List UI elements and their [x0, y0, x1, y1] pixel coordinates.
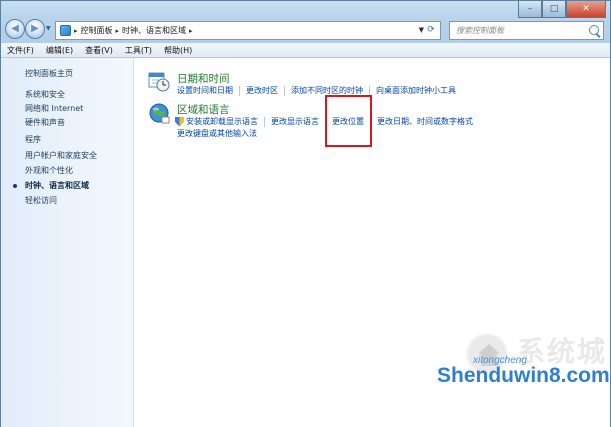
- divider: [284, 85, 285, 96]
- minimize-button[interactable]: –: [518, 1, 542, 18]
- sidebar-item-appearance[interactable]: 外观和个性化: [25, 165, 73, 176]
- forward-button[interactable]: ▶: [25, 19, 45, 39]
- link-change-timezone[interactable]: 更改时区: [246, 85, 278, 96]
- maximize-button[interactable]: □: [542, 1, 566, 18]
- datetime-links: 设置时间和日期 更改时区 添加不同时区的时钟 向桌面添加时钟小工具: [177, 85, 456, 96]
- link-install-display-language[interactable]: 安装或卸载显示语言: [186, 116, 258, 127]
- control-panel-icon: [60, 25, 71, 36]
- highlight-box: [325, 95, 372, 147]
- region-links-row2: 更改键盘或其他输入法: [177, 128, 257, 139]
- link-change-date-time-number-format[interactable]: 更改日期、时间或数字格式: [377, 116, 473, 127]
- menu-bar: 文件(F) 编辑(E) 查看(V) 工具(T) 帮助(H): [1, 43, 610, 58]
- link-change-display-language[interactable]: 更改显示语言: [271, 116, 319, 127]
- sidebar-item-system-security[interactable]: 系统和安全: [25, 89, 65, 100]
- address-dropdown-icon[interactable]: ▼: [419, 26, 424, 34]
- current-page-bullet: [13, 184, 17, 188]
- category-title-region-language[interactable]: 区域和语言: [177, 102, 230, 117]
- calendar-clock-icon[interactable]: [148, 70, 170, 92]
- refresh-icon[interactable]: ⟳: [425, 24, 437, 36]
- divider: [239, 85, 240, 96]
- chevron-right-icon[interactable]: ▸: [189, 27, 193, 35]
- breadcrumb-control-panel[interactable]: 控制面板: [81, 25, 113, 36]
- back-arrow-icon: ◀: [11, 23, 19, 34]
- navigation-bar: ◀ ▶ ▼ ▸ 控制面板 ▸ 时钟、语言和区域 ▸ ▼ ⟳ 搜索控制面板 – □…: [1, 1, 610, 43]
- link-change-keyboard-input[interactable]: 更改键盘或其他输入法: [177, 128, 257, 139]
- link-add-clock-gadget[interactable]: 向桌面添加时钟小工具: [376, 85, 456, 96]
- breadcrumb-clock-language-region[interactable]: 时钟、语言和区域: [122, 25, 186, 36]
- sidebar-item-network[interactable]: 网络和 Internet: [25, 103, 83, 114]
- sidebar-item-programs[interactable]: 程序: [25, 134, 41, 145]
- uac-shield-icon: [175, 116, 184, 127]
- menu-view[interactable]: 查看(V): [85, 45, 113, 56]
- sidebar-item-home[interactable]: 控制面板主页: [25, 68, 73, 79]
- region-links-row1: 安装或卸载显示语言 更改显示语言 更改位置 更改日期、时间或数字格式: [175, 116, 473, 127]
- menu-help[interactable]: 帮助(H): [164, 45, 192, 56]
- search-placeholder: 搜索控制面板: [456, 26, 504, 35]
- control-panel-window: ◀ ▶ ▼ ▸ 控制面板 ▸ 时钟、语言和区域 ▸ ▼ ⟳ 搜索控制面板 – □…: [0, 0, 611, 427]
- menu-tools[interactable]: 工具(T): [125, 45, 152, 56]
- sidebar: 控制面板主页 系统和安全 网络和 Internet 硬件和声音 程序 用户帐户和…: [1, 58, 134, 427]
- menu-file[interactable]: 文件(F): [7, 45, 34, 56]
- address-bar[interactable]: ▸ 控制面板 ▸ 时钟、语言和区域 ▸ ▼ ⟳: [55, 21, 441, 40]
- watermark-site: Shenduwin8.com: [437, 364, 610, 387]
- window-controls: – □ ✕: [518, 1, 606, 18]
- divider: [264, 116, 265, 127]
- forward-arrow-icon: ▶: [31, 23, 39, 34]
- recent-pages-dropdown[interactable]: ▼: [46, 25, 54, 33]
- sidebar-item-clock-language-region: 时钟、语言和区域: [25, 181, 89, 190]
- globe-icon[interactable]: [148, 102, 170, 124]
- chevron-right-icon[interactable]: ▸: [74, 27, 78, 35]
- sidebar-item-hardware-sound[interactable]: 硬件和声音: [25, 117, 65, 128]
- divider: [369, 85, 370, 96]
- chevron-right-icon[interactable]: ▸: [116, 27, 120, 35]
- content-area: 控制面板主页 系统和安全 网络和 Internet 硬件和声音 程序 用户帐户和…: [1, 58, 610, 427]
- search-input[interactable]: 搜索控制面板: [449, 21, 604, 40]
- close-button[interactable]: ✕: [566, 1, 606, 18]
- sidebar-item-ease-of-access[interactable]: 轻松访问: [25, 195, 57, 206]
- sidebar-item-user-accounts[interactable]: 用户帐户和家庭安全: [25, 150, 97, 161]
- menu-edit[interactable]: 编辑(E): [46, 45, 73, 56]
- search-icon[interactable]: [589, 25, 599, 35]
- category-title-datetime[interactable]: 日期和时间: [177, 71, 230, 86]
- link-set-time-date[interactable]: 设置时间和日期: [177, 85, 233, 96]
- back-button[interactable]: ◀: [5, 19, 25, 39]
